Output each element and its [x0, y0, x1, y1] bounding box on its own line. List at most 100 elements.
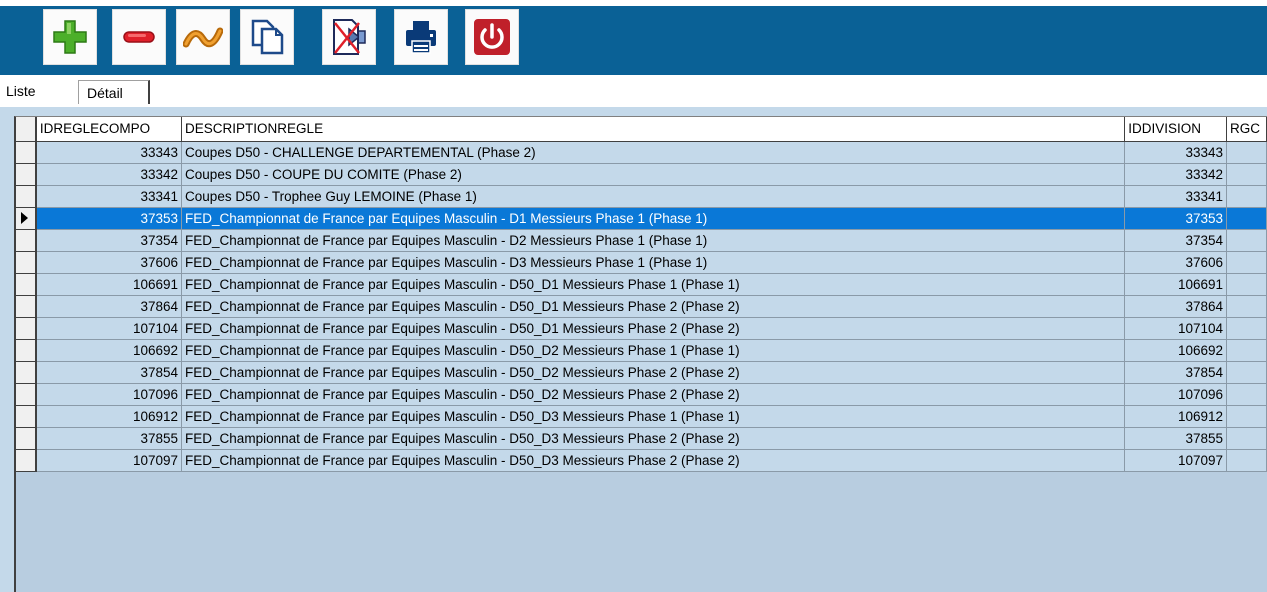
cell-idreglecompo[interactable]: 33343: [35, 141, 183, 164]
cell-iddivision[interactable]: 107104: [1124, 317, 1227, 340]
cell-descriptionregle[interactable]: FED_Championnat de France par Equipes Ma…: [181, 317, 1126, 340]
cell-idreglecompo[interactable]: 37353: [35, 207, 183, 230]
cell-rgc[interactable]: [1226, 207, 1267, 230]
export-button[interactable]: [322, 9, 376, 65]
cell-idreglecompo[interactable]: 37354: [35, 229, 183, 252]
cell-iddivision[interactable]: 106912: [1124, 405, 1227, 428]
modify-button[interactable]: [176, 9, 230, 65]
cell-descriptionregle[interactable]: FED_Championnat de France par Equipes Ma…: [181, 383, 1126, 406]
row-indicator[interactable]: [16, 383, 37, 406]
row-indicator[interactable]: [16, 185, 37, 208]
table-row[interactable]: 106691 FED_Championnat de France par Equi…: [16, 273, 1267, 296]
tab-liste[interactable]: Liste: [4, 82, 78, 102]
cell-idreglecompo[interactable]: 33341: [35, 185, 183, 208]
cell-rgc[interactable]: [1226, 141, 1267, 164]
cell-rgc[interactable]: [1226, 317, 1267, 340]
cell-descriptionregle[interactable]: FED_Championnat de France par Equipes Ma…: [181, 361, 1126, 384]
add-button[interactable]: [43, 9, 97, 65]
cell-descriptionregle[interactable]: FED_Championnat de France par Equipes Ma…: [181, 339, 1126, 362]
cell-iddivision[interactable]: 37354: [1124, 229, 1227, 252]
column-header-descriptionregle[interactable]: DESCRIPTIONREGLE: [181, 117, 1126, 142]
cell-idreglecompo[interactable]: 106692: [35, 339, 183, 362]
cell-rgc[interactable]: [1226, 229, 1267, 252]
cell-rgc[interactable]: [1226, 449, 1267, 472]
table-row[interactable]: 33342 Coupes D50 - COUPE DU COMITE (Phase…: [16, 163, 1267, 186]
cell-descriptionregle[interactable]: FED_Championnat de France par Equipes Ma…: [181, 251, 1126, 274]
cell-iddivision[interactable]: 37854: [1124, 361, 1227, 384]
cell-descriptionregle[interactable]: Coupes D50 - COUPE DU COMITE (Phase 2): [181, 163, 1126, 186]
cell-descriptionregle[interactable]: FED_Championnat de France par Equipes Ma…: [181, 273, 1126, 296]
table-row[interactable]: 106912 FED_Championnat de France par Equi…: [16, 405, 1267, 428]
cell-descriptionregle[interactable]: FED_Championnat de France par Equipes Ma…: [181, 229, 1126, 252]
print-button[interactable]: [394, 9, 448, 65]
cell-descriptionregle[interactable]: FED_Championnat de France par Equipes Ma…: [181, 427, 1126, 450]
duplicate-button[interactable]: [240, 9, 294, 65]
cell-idreglecompo[interactable]: 107096: [35, 383, 183, 406]
data-grid[interactable]: IDREGLECOMPO DESCRIPTIONREGLE IDDIVISION…: [14, 116, 1267, 592]
row-indicator[interactable]: [16, 405, 37, 428]
column-header-idreglecompo[interactable]: IDREGLECOMPO: [35, 117, 183, 142]
cell-rgc[interactable]: [1226, 273, 1267, 296]
cell-iddivision[interactable]: 107097: [1124, 449, 1227, 472]
table-row[interactable]: 33343 Coupes D50 - CHALLENGE DEPARTEMENTA…: [16, 141, 1267, 164]
row-indicator[interactable]: [16, 141, 37, 164]
row-indicator[interactable]: [16, 317, 37, 340]
cell-iddivision[interactable]: 37864: [1124, 295, 1227, 318]
cell-rgc[interactable]: [1226, 339, 1267, 362]
cell-idreglecompo[interactable]: 106912: [35, 405, 183, 428]
table-row[interactable]: 37855 FED_Championnat de France par Equip…: [16, 427, 1267, 450]
column-header-rgc[interactable]: RGC: [1226, 117, 1267, 142]
cell-idreglecompo[interactable]: 107104: [35, 317, 183, 340]
cell-descriptionregle[interactable]: FED_Championnat de France par Equipes Ma…: [181, 295, 1126, 318]
cell-idreglecompo[interactable]: 107097: [35, 449, 183, 472]
cell-iddivision[interactable]: 107096: [1124, 383, 1227, 406]
cell-idreglecompo[interactable]: 37855: [35, 427, 183, 450]
cell-rgc[interactable]: [1226, 185, 1267, 208]
row-indicator[interactable]: [16, 251, 37, 274]
cell-descriptionregle[interactable]: Coupes D50 - Trophee Guy LEMOINE (Phase …: [181, 185, 1126, 208]
cell-rgc[interactable]: [1226, 427, 1267, 450]
row-indicator[interactable]: [16, 427, 37, 450]
row-indicator[interactable]: [16, 207, 37, 230]
table-row[interactable]: 107104 FED_Championnat de France par Equi…: [16, 317, 1267, 340]
cell-iddivision[interactable]: 106692: [1124, 339, 1227, 362]
tab-detail[interactable]: Détail: [78, 80, 150, 104]
row-indicator[interactable]: [16, 339, 37, 362]
cell-iddivision[interactable]: 37353: [1124, 207, 1227, 230]
cell-rgc[interactable]: [1226, 361, 1267, 384]
cell-rgc[interactable]: [1226, 251, 1267, 274]
cell-rgc[interactable]: [1226, 163, 1267, 186]
cell-iddivision[interactable]: 106691: [1124, 273, 1227, 296]
row-indicator[interactable]: [16, 295, 37, 318]
cell-rgc[interactable]: [1226, 295, 1267, 318]
cell-descriptionregle[interactable]: FED_Championnat de France par Equipes Ma…: [181, 207, 1126, 230]
cell-idreglecompo[interactable]: 37854: [35, 361, 183, 384]
row-indicator[interactable]: [16, 273, 37, 296]
cell-iddivision[interactable]: 33343: [1124, 141, 1227, 164]
cell-rgc[interactable]: [1226, 405, 1267, 428]
cell-idreglecompo[interactable]: 106691: [35, 273, 183, 296]
cell-iddivision[interactable]: 33342: [1124, 163, 1227, 186]
cell-iddivision[interactable]: 37855: [1124, 427, 1227, 450]
cell-iddivision[interactable]: 37606: [1124, 251, 1227, 274]
cell-idreglecompo[interactable]: 37606: [35, 251, 183, 274]
row-indicator[interactable]: [16, 229, 37, 252]
row-indicator[interactable]: [16, 361, 37, 384]
table-row[interactable]: 37354 FED_Championnat de France par Equip…: [16, 229, 1267, 252]
row-indicator[interactable]: [16, 163, 37, 186]
row-indicator[interactable]: [16, 449, 37, 472]
table-row[interactable]: 37854 FED_Championnat de France par Equip…: [16, 361, 1267, 384]
cell-descriptionregle[interactable]: FED_Championnat de France par Equipes Ma…: [181, 449, 1126, 472]
table-row[interactable]: 37606 FED_Championnat de France par Equip…: [16, 251, 1267, 274]
column-header-iddivision[interactable]: IDDIVISION: [1124, 117, 1227, 142]
cell-idreglecompo[interactable]: 33342: [35, 163, 183, 186]
cell-descriptionregle[interactable]: Coupes D50 - CHALLENGE DEPARTEMENTAL (Ph…: [181, 141, 1126, 164]
delete-button[interactable]: [112, 9, 166, 65]
table-row[interactable]: 37864 FED_Championnat de France par Equip…: [16, 295, 1267, 318]
table-row[interactable]: 37353 FED_Championnat de France par Equip…: [16, 207, 1267, 230]
table-row[interactable]: 107096 FED_Championnat de France par Equi…: [16, 383, 1267, 406]
quit-button[interactable]: [465, 9, 519, 65]
table-row[interactable]: 107097 FED_Championnat de France par Equi…: [16, 449, 1267, 472]
cell-iddivision[interactable]: 33341: [1124, 185, 1227, 208]
cell-idreglecompo[interactable]: 37864: [35, 295, 183, 318]
